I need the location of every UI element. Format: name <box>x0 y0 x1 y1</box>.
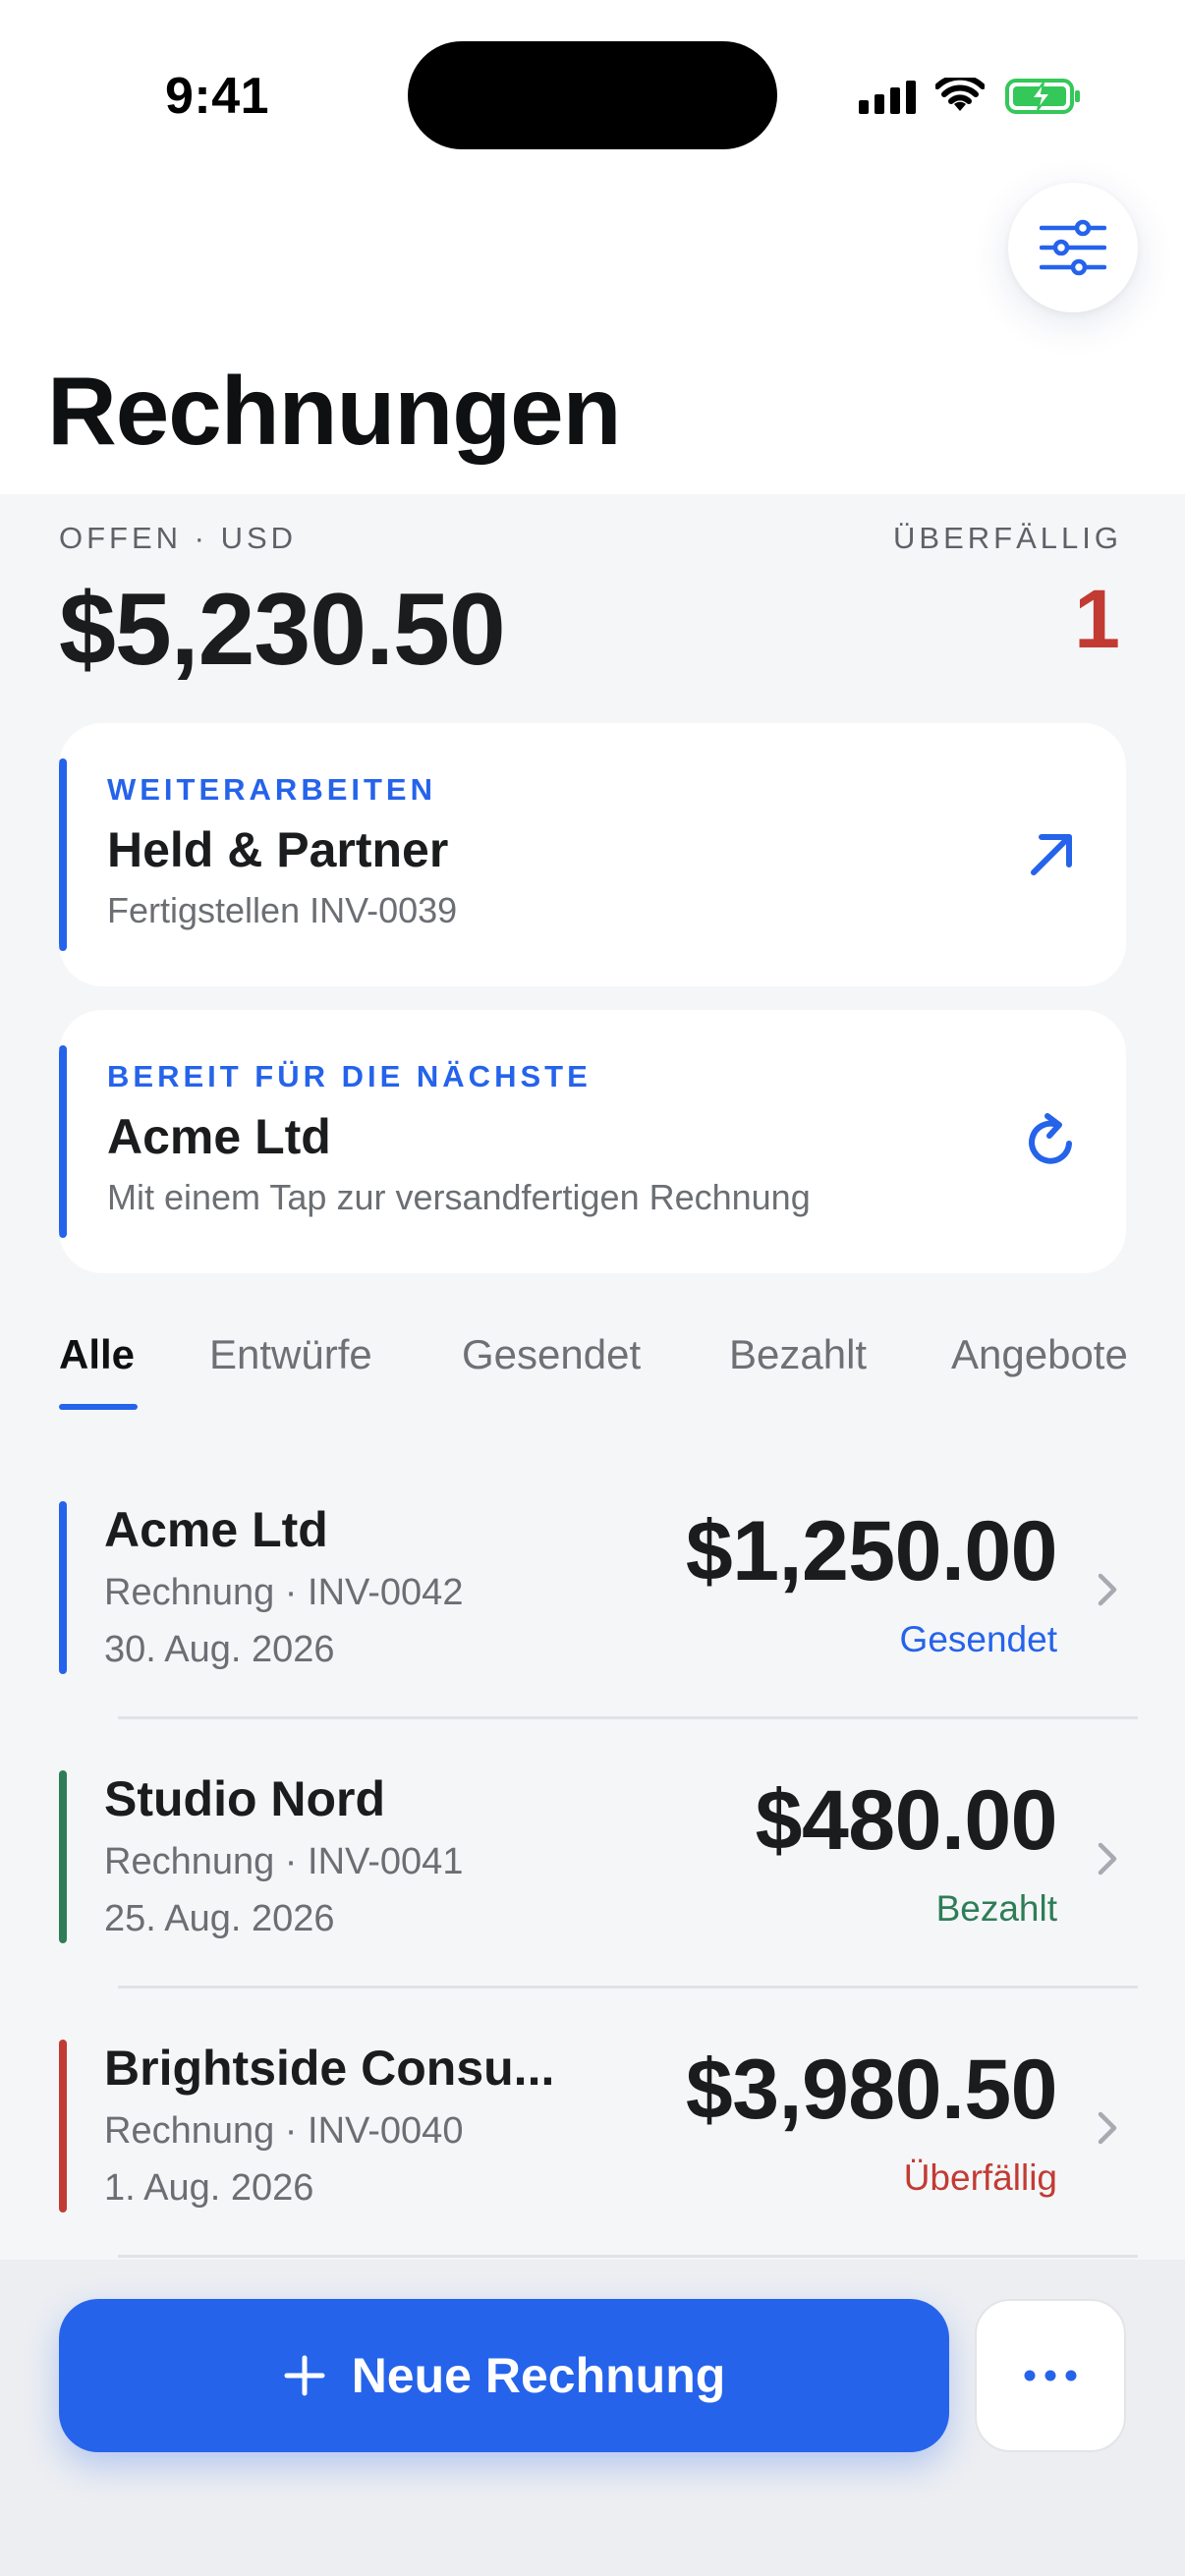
chevron-right-icon <box>1098 1573 1117 1606</box>
invoice-status: Gesendet <box>899 1619 1057 1659</box>
invoice-amount: $1,250.00 <box>685 1504 1058 1598</box>
status-bar <box>59 1770 67 1943</box>
invoice-status: Bezahlt <box>935 1888 1057 1929</box>
invoice-client: Acme Ltd <box>104 1502 328 1557</box>
more-button[interactable] <box>975 2299 1126 2452</box>
arrow-up-right-icon[interactable] <box>1020 823 1083 886</box>
overdue-count: 1 <box>1074 573 1120 665</box>
tab-paid[interactable]: Bezahlt <box>729 1331 867 1378</box>
card-title: Acme Ltd <box>107 1109 331 1164</box>
sliders-icon <box>1040 219 1106 276</box>
tab-sent[interactable]: Gesendet <box>462 1331 641 1378</box>
invoice-meta: Rechnung · INV-0040 <box>104 2110 464 2152</box>
card-accent-bar <box>59 1045 67 1238</box>
dynamic-island <box>408 41 777 149</box>
invoice-meta: Rechnung · INV-0041 <box>104 1841 464 1882</box>
chevron-right-icon <box>1098 1842 1117 1876</box>
filter-tabs: Alle Entwürfe Gesendet Bezahlt Angebote <box>59 1331 1126 1410</box>
page-title: Rechnungen <box>47 357 621 465</box>
more-icon <box>1024 2370 1077 2381</box>
invoice-client: Brightside Consu... <box>104 2041 555 2096</box>
invoice-client: Studio Nord <box>104 1771 386 1826</box>
chevron-right-icon <box>1098 2111 1117 2145</box>
new-invoice-label: Neue Rechnung <box>351 2348 726 2403</box>
card-title: Held & Partner <box>107 822 449 877</box>
battery-charging-icon <box>1005 79 1080 114</box>
tab-active-indicator <box>59 1404 138 1410</box>
card-accent-bar <box>59 758 67 951</box>
invoice-row[interactable]: Studio Nord Rechnung · INV-0041 25. Aug.… <box>0 1719 1185 1988</box>
header: 9:41 Rechnungen <box>0 0 1185 494</box>
filter-button[interactable] <box>1008 183 1138 312</box>
tab-quotes[interactable]: Angebote <box>951 1331 1126 1378</box>
card-subtitle: Mit einem Tap zur versandfertigen Rechnu… <box>107 1177 811 1217</box>
signal-icon <box>859 79 916 114</box>
invoice-status: Überfällig <box>903 2157 1057 2198</box>
invoice-date: 25. Aug. 2026 <box>104 1898 335 1939</box>
tab-drafts[interactable]: Entwürfe <box>209 1331 372 1378</box>
card-subtitle: Fertigstellen INV-0039 <box>107 890 458 930</box>
next-invoice-card[interactable]: BEREIT FÜR DIE NÄCHSTE Acme Ltd Mit eine… <box>59 1010 1126 1273</box>
continue-card[interactable]: WEITERARBEITEN Held & Partner Fertigstel… <box>59 723 1126 986</box>
status-bar <box>59 1501 67 1674</box>
status-time: 9:41 <box>165 68 270 125</box>
invoice-date: 30. Aug. 2026 <box>104 1629 335 1670</box>
card-eyebrow: WEITERARBEITEN <box>107 772 436 807</box>
status-bar <box>59 2040 67 2212</box>
card-eyebrow: BEREIT FÜR DIE NÄCHSTE <box>107 1059 592 1093</box>
plus-icon <box>284 2355 325 2396</box>
open-label: OFFEN · USD <box>59 521 298 555</box>
new-invoice-button[interactable]: Neue Rechnung <box>59 2299 949 2452</box>
divider <box>118 2255 1138 2258</box>
wifi-icon <box>935 78 985 111</box>
invoice-date: 1. Aug. 2026 <box>104 2167 314 2209</box>
invoice-row[interactable]: Brightside Consu... Rechnung · INV-0040 … <box>0 1988 1185 2258</box>
invoice-amount: $3,980.50 <box>685 2043 1058 2137</box>
overdue-label: ÜBERFÄLLIG <box>893 521 1122 555</box>
open-amount: $5,230.50 <box>59 573 506 687</box>
tab-all[interactable]: Alle <box>59 1331 135 1378</box>
invoice-meta: Rechnung · INV-0042 <box>104 1572 464 1613</box>
refresh-icon[interactable] <box>1020 1110 1083 1173</box>
invoice-row[interactable]: Acme Ltd Rechnung · INV-0042 30. Aug. 20… <box>0 1450 1185 1719</box>
invoice-amount: $480.00 <box>755 1773 1058 1868</box>
status-icons <box>859 75 1083 118</box>
